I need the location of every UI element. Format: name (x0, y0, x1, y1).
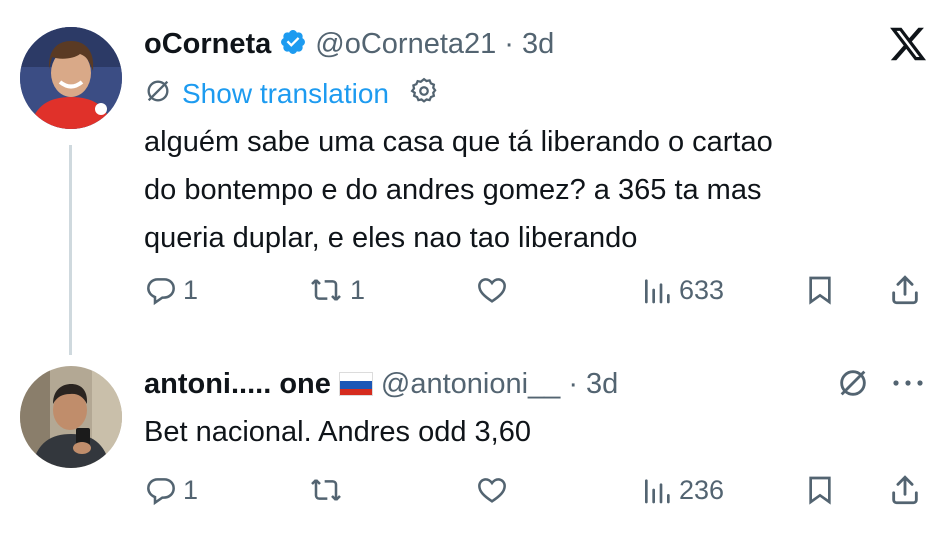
reply-like-button[interactable] (474, 470, 510, 510)
bookmark-button[interactable] (804, 270, 836, 310)
share-button[interactable] (888, 270, 922, 310)
tweet-text-line: do bontempo e do andres gomez? a 365 ta … (144, 174, 762, 206)
reply-text: Bet nacional. Andres odd 3,60 (144, 416, 531, 448)
heart-icon (474, 474, 510, 506)
timestamp[interactable]: 3d (522, 28, 554, 61)
more-options-icon[interactable] (891, 374, 925, 397)
bookmark-icon (804, 273, 836, 307)
reply-reply-button[interactable]: 1 (145, 470, 198, 510)
reply-count: 1 (183, 274, 199, 305)
verified-badge-icon (279, 28, 307, 61)
author-avatar[interactable] (20, 27, 122, 129)
reply-button[interactable]: 1 (145, 270, 198, 310)
translate-icon (144, 77, 172, 112)
views-count: 236 (679, 474, 725, 505)
reply-views-button[interactable]: 236 (641, 470, 724, 510)
tweet-text-line: alguém sabe uma casa que tá liberando o … (144, 126, 773, 158)
bookmark-icon (804, 473, 836, 507)
repost-icon (308, 474, 344, 506)
russia-flag-icon (338, 372, 373, 396)
views-count: 633 (679, 274, 725, 305)
repost-button[interactable]: 1 (308, 270, 365, 310)
show-translation[interactable]: Show translation (144, 74, 439, 114)
tweet-text: alguém sabe uma casa que tá liberando o … (144, 118, 934, 262)
reply-header: antoni..... one @antonioni__ · 3d (144, 364, 618, 404)
tweet-text-line: queria duplar, e eles nao tao liberando (144, 222, 638, 254)
share-icon (888, 473, 922, 507)
views-chart-icon (641, 274, 673, 306)
heart-icon (474, 274, 510, 306)
settings-gear-icon[interactable] (409, 76, 439, 113)
reply-translate-icon[interactable] (836, 366, 870, 405)
reply-avatar[interactable] (20, 366, 122, 468)
reply-count: 1 (183, 474, 199, 505)
share-icon (888, 273, 922, 307)
reply-bookmark-button[interactable] (804, 470, 836, 510)
show-translation-label[interactable]: Show translation (182, 78, 389, 110)
reply-author-handle[interactable]: @antonioni__ (381, 368, 560, 401)
x-logo-icon[interactable] (888, 24, 928, 69)
thread-line (69, 145, 72, 355)
author-name[interactable]: oCorneta (144, 28, 271, 61)
reply-icon (145, 274, 177, 306)
reply-author-name[interactable]: antoni..... one (144, 368, 331, 401)
repost-count: 1 (350, 274, 366, 305)
reply-timestamp[interactable]: 3d (586, 368, 618, 401)
reply-share-button[interactable] (888, 470, 922, 510)
separator-dot: · (504, 27, 514, 60)
repost-icon (308, 274, 344, 306)
views-chart-icon (641, 474, 673, 506)
tweet-header: oCorneta @oCorneta21 · 3d (144, 24, 554, 64)
like-button[interactable] (474, 270, 510, 310)
author-handle[interactable]: @oCorneta21 (315, 28, 496, 61)
reply-repost-button[interactable] (308, 470, 344, 510)
reply-icon (145, 474, 177, 506)
separator-dot: · (568, 367, 578, 400)
views-button[interactable]: 633 (641, 270, 724, 310)
